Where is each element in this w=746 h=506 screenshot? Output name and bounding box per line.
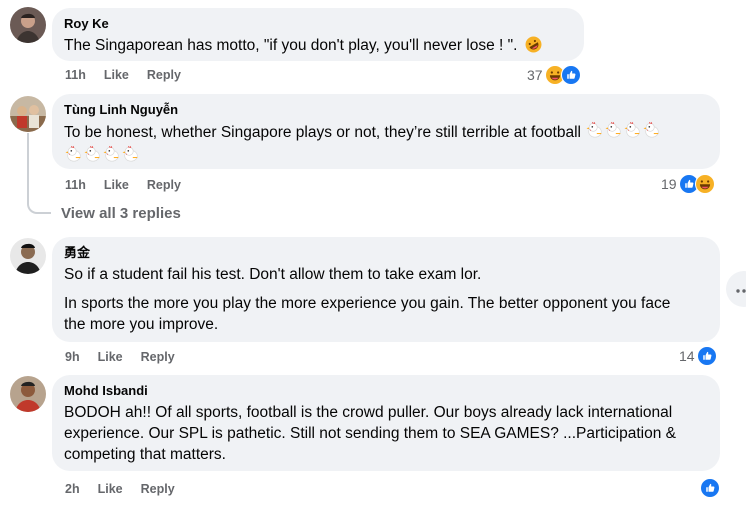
chicken-emoji-icon bbox=[605, 121, 623, 145]
comment-paragraph: BODOH ah!! Of all sports, football is th… bbox=[64, 404, 676, 463]
comment-actions: 11h Like Reply bbox=[65, 178, 181, 192]
reaction-count: 37 bbox=[527, 67, 543, 83]
rofl-emoji-icon bbox=[525, 36, 542, 59]
comment-text: The Singaporean has motto, "if you don't… bbox=[64, 35, 572, 59]
comment-paragraph: In sports the more you play the more exp… bbox=[64, 295, 671, 333]
comment-author[interactable]: Roy Ke bbox=[64, 16, 572, 32]
comment-actions: 2h Like Reply bbox=[65, 482, 175, 496]
comment-paragraph: To be honest, whether Singapore plays or… bbox=[64, 124, 581, 141]
chicken-emoji-icon bbox=[643, 121, 661, 145]
avatar[interactable] bbox=[10, 238, 46, 274]
like-reaction-icon bbox=[696, 346, 717, 366]
chicken-emoji-icon bbox=[65, 145, 83, 169]
thread-connector bbox=[27, 198, 51, 214]
like-button[interactable]: Like bbox=[98, 350, 123, 364]
reply-button[interactable]: Reply bbox=[141, 482, 175, 496]
comment-author[interactable]: Tùng Linh Nguyễn bbox=[64, 102, 708, 118]
reaction-summary[interactable]: 19 bbox=[661, 174, 715, 194]
comment-paragraph: The Singaporean has motto, "if you don't… bbox=[64, 37, 518, 54]
like-button[interactable]: Like bbox=[98, 482, 123, 496]
comment-bubble: Tùng Linh Nguyễn To be honest, whether S… bbox=[52, 94, 720, 169]
like-button[interactable]: Like bbox=[104, 68, 129, 82]
reaction-count: 19 bbox=[661, 176, 677, 192]
comment-actions: 11h Like Reply bbox=[65, 68, 181, 82]
comment-bubble: 勇金 So if a student fail his test. Don't … bbox=[52, 237, 720, 342]
chicken-emoji-icon bbox=[103, 145, 121, 169]
avatar[interactable] bbox=[10, 7, 46, 43]
comment-bubble: Mohd Isbandi BODOH ah!! Of all sports, f… bbox=[52, 375, 720, 471]
chicken-emoji-icon bbox=[84, 145, 102, 169]
chicken-emoji-icon bbox=[122, 145, 140, 169]
view-replies-link[interactable]: View all 3 replies bbox=[61, 205, 181, 222]
like-reaction-icon bbox=[560, 65, 581, 85]
more-options-icon bbox=[736, 280, 746, 298]
comment-author[interactable]: 勇金 bbox=[64, 245, 708, 261]
haha-reaction-icon bbox=[694, 174, 715, 194]
comment-time[interactable]: 11h bbox=[65, 178, 86, 192]
comment-paragraph: So if a student fail his test. Don't all… bbox=[64, 266, 482, 283]
chicken-emoji-icon bbox=[624, 121, 642, 145]
more-options-button[interactable] bbox=[726, 271, 746, 307]
comment-author[interactable]: Mohd Isbandi bbox=[64, 383, 708, 399]
comment-time[interactable]: 2h bbox=[65, 482, 80, 496]
reaction-count: 14 bbox=[679, 348, 695, 364]
like-button[interactable]: Like bbox=[104, 178, 129, 192]
comment-text: To be honest, whether Singapore plays or… bbox=[64, 121, 708, 169]
reply-button[interactable]: Reply bbox=[147, 68, 181, 82]
like-reaction-icon bbox=[700, 478, 720, 498]
avatar[interactable] bbox=[10, 96, 46, 132]
reply-button[interactable]: Reply bbox=[141, 350, 175, 364]
reaction-summary[interactable]: 37 bbox=[527, 65, 581, 85]
thread-line bbox=[27, 133, 29, 201]
avatar[interactable] bbox=[10, 376, 46, 412]
comment-actions: 9h Like Reply bbox=[65, 350, 175, 364]
comment-bubble: Roy Ke The Singaporean has motto, "if yo… bbox=[52, 8, 584, 61]
chicken-emoji-icon bbox=[586, 121, 604, 145]
reply-button[interactable]: Reply bbox=[147, 178, 181, 192]
comment-time[interactable]: 11h bbox=[65, 68, 86, 82]
reaction-summary[interactable] bbox=[698, 478, 720, 498]
reaction-summary[interactable]: 14 bbox=[679, 346, 717, 366]
comment-time[interactable]: 9h bbox=[65, 350, 80, 364]
